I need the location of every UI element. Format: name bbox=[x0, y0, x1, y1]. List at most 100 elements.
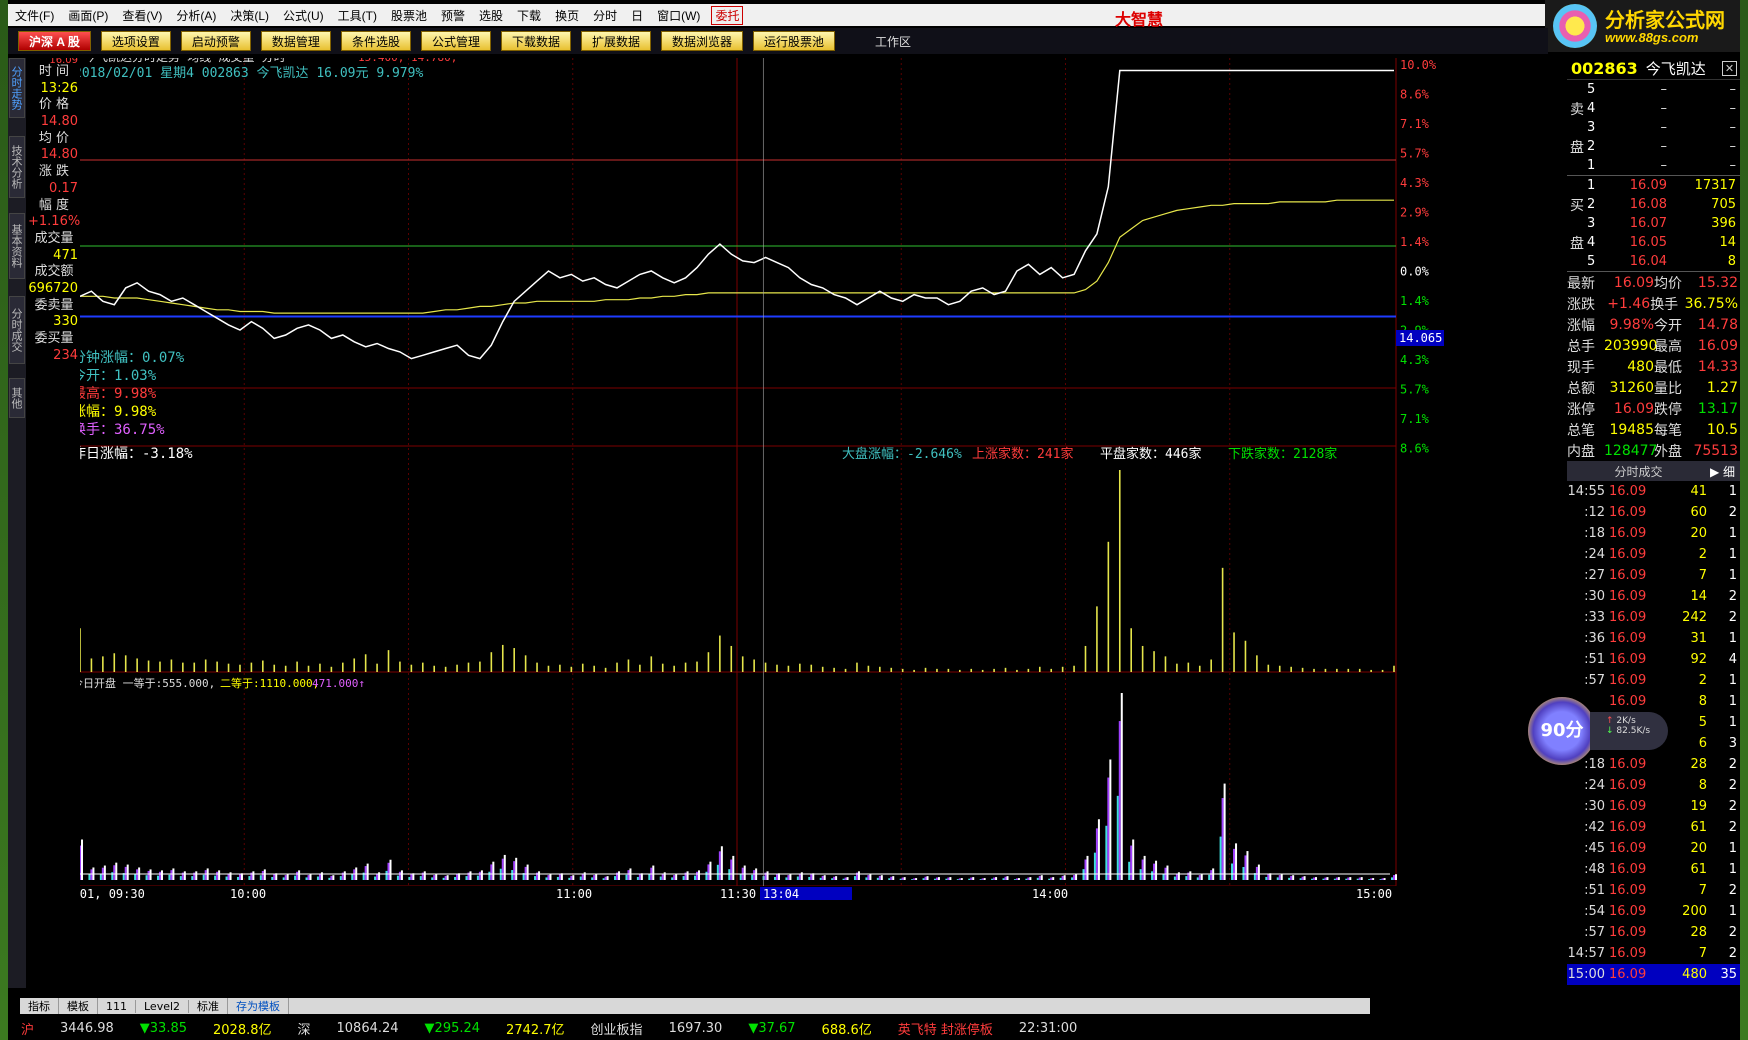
network-speed: ↑ 2K/s ↓ 82.5K/s bbox=[1590, 712, 1668, 750]
trade-row[interactable]: 15:00 16.09 480 35 bbox=[1567, 964, 1740, 985]
lower-bar-b bbox=[673, 875, 676, 880]
volume-bar bbox=[856, 662, 858, 672]
buy-level-row[interactable]: 5 16.04 8 bbox=[1567, 252, 1740, 271]
menu-item-11[interactable]: 换页 bbox=[548, 7, 586, 24]
left-tab-3[interactable]: 分时成交 bbox=[9, 296, 25, 364]
bottom-tab-3[interactable]: Level2 bbox=[136, 999, 190, 1013]
trade-row[interactable]: :33 16.09 242 2 bbox=[1567, 607, 1740, 628]
upload-arrow-icon: ↑ bbox=[1606, 716, 1614, 726]
left-tab-4[interactable]: 其他 bbox=[9, 378, 25, 418]
toolbar-button-7[interactable]: 数据浏览器 bbox=[661, 31, 744, 51]
stat-value: 9.98% bbox=[114, 386, 157, 402]
toolbar-button-0[interactable]: 选项设置 bbox=[100, 31, 171, 51]
trade-row[interactable]: :57 16.09 2 1 bbox=[1567, 670, 1740, 691]
trade-row[interactable]: :57 16.09 28 2 bbox=[1567, 922, 1740, 943]
menu-item-4[interactable]: 决策(L) bbox=[223, 7, 276, 24]
volume-bar bbox=[444, 666, 447, 672]
trade-row[interactable]: :18 16.09 28 2 bbox=[1567, 754, 1740, 775]
lower-bar-b bbox=[878, 875, 881, 880]
left-tab-0[interactable]: 分时走势 bbox=[9, 58, 25, 118]
trade-row[interactable]: 14:55 16.09 41 1 bbox=[1567, 481, 1740, 502]
left-tab-1[interactable]: 技术分析 bbox=[9, 136, 25, 198]
trade-row[interactable]: :48 16.09 61 1 bbox=[1567, 859, 1740, 880]
menu-item-9[interactable]: 选股 bbox=[472, 7, 510, 24]
volume-bar bbox=[136, 658, 138, 672]
close-icon[interactable]: ✕ bbox=[1722, 61, 1737, 76]
toolbar-button-2[interactable]: 数据管理 bbox=[260, 31, 331, 51]
lower-bar-a bbox=[534, 876, 537, 880]
toolbar-button-4[interactable]: 公式管理 bbox=[420, 31, 491, 51]
lower-bar-c bbox=[149, 869, 152, 880]
sell-level-row[interactable]: 卖 4 – – bbox=[1567, 99, 1740, 118]
bottom-tab-0[interactable]: 指标 bbox=[20, 998, 59, 1014]
left-tab-2[interactable]: 基本资料 bbox=[9, 213, 25, 279]
toolbar-button-3[interactable]: 条件选股 bbox=[340, 31, 411, 51]
buy-level-row[interactable]: 1 16.09 17317 bbox=[1567, 176, 1740, 195]
trade-row[interactable]: :24 16.09 8 2 bbox=[1567, 775, 1740, 796]
trade-row[interactable]: :45 16.09 20 1 bbox=[1567, 838, 1740, 859]
lower-bar-b bbox=[524, 866, 527, 880]
market-selector[interactable]: 沪深 A 股 bbox=[18, 31, 91, 51]
trade-row[interactable]: 14:57 16.09 7 2 bbox=[1567, 943, 1740, 964]
buy-level-row[interactable]: 3 16.07 396 bbox=[1567, 214, 1740, 233]
stat-value: 203990 bbox=[1604, 337, 1658, 354]
buy-level-row[interactable]: 盘 4 16.05 14 bbox=[1567, 233, 1740, 252]
bottom-tab-4[interactable]: 标准 bbox=[189, 998, 229, 1014]
lower-bar-a bbox=[236, 876, 239, 880]
trade-row[interactable]: :18 16.09 20 1 bbox=[1567, 523, 1740, 544]
menu-item-3[interactable]: 分析(A) bbox=[169, 7, 223, 24]
trade-row[interactable]: :30 16.09 19 2 bbox=[1567, 796, 1740, 817]
toolbar-button-6[interactable]: 扩展数据 bbox=[580, 31, 651, 51]
weituo-button[interactable]: 委托 bbox=[711, 5, 744, 25]
trade-row[interactable]: :24 16.09 2 1 bbox=[1567, 544, 1740, 565]
trade-volume: 2 bbox=[1698, 673, 1707, 688]
trade-row[interactable]: :42 16.09 61 2 bbox=[1567, 817, 1740, 838]
volume-bar bbox=[193, 662, 196, 672]
menu-item-2[interactable]: 查看(V) bbox=[115, 7, 169, 24]
stat-label: 内盘 bbox=[1567, 443, 1595, 460]
sell-level-row[interactable]: 5 – – bbox=[1567, 80, 1740, 99]
trade-row[interactable]: :51 16.09 92 4 bbox=[1567, 649, 1740, 670]
toolbar-button-8[interactable]: 运行股票池 bbox=[753, 31, 836, 51]
bottom-tab-5[interactable]: 存为模板 bbox=[228, 998, 290, 1014]
trade-row[interactable]: :30 16.09 14 2 bbox=[1567, 586, 1740, 607]
trade-row[interactable]: :51 16.09 7 2 bbox=[1567, 880, 1740, 901]
toolbar-button-5[interactable]: 下载数据 bbox=[500, 31, 571, 51]
trade-row[interactable]: :12 16.09 60 2 bbox=[1567, 502, 1740, 523]
buy-level-row[interactable]: 买 2 16.08 705 bbox=[1567, 195, 1740, 214]
menu-item-12[interactable]: 分时 bbox=[586, 7, 624, 24]
status-item-9: 1697.30 bbox=[668, 1020, 723, 1036]
menu-item-0[interactable]: 文件(F) bbox=[8, 7, 61, 24]
lower-bar-a bbox=[1151, 871, 1154, 880]
lower-bar-c bbox=[400, 870, 403, 880]
level-number: 4 bbox=[1587, 235, 1596, 250]
menu-item-14[interactable]: 窗口(W) bbox=[650, 7, 707, 24]
stat-value-2: 75513 bbox=[1693, 442, 1738, 459]
bottom-tab-2[interactable]: 111 bbox=[98, 999, 136, 1013]
menu-item-7[interactable]: 股票池 bbox=[384, 7, 434, 24]
menu-item-10[interactable]: 下载 bbox=[510, 7, 548, 24]
trade-price: 16.09 bbox=[1609, 610, 1647, 625]
menu-item-6[interactable]: 工具(T) bbox=[331, 7, 384, 24]
trade-row[interactable]: :27 16.09 7 1 bbox=[1567, 565, 1740, 586]
workarea-menu[interactable]: 工作区 bbox=[875, 33, 911, 50]
trade-row[interactable]: 16.09 8 1 bbox=[1567, 691, 1740, 712]
menu-item-5[interactable]: 公式(U) bbox=[276, 7, 331, 24]
score-badge[interactable]: 90分 bbox=[1528, 697, 1596, 765]
trade-row[interactable]: :54 16.09 200 1 bbox=[1567, 901, 1740, 922]
sell-level-row[interactable]: 3 – – bbox=[1567, 118, 1740, 137]
menu-item-13[interactable]: 日 bbox=[624, 7, 650, 24]
toolbar-button-1[interactable]: 启动预警 bbox=[180, 31, 251, 51]
menu-item-1[interactable]: 画面(P) bbox=[61, 7, 115, 24]
volume-bar bbox=[216, 661, 218, 672]
bottom-tab-1[interactable]: 模板 bbox=[59, 998, 98, 1014]
pct-tick-label: 7.1% bbox=[1400, 412, 1430, 426]
volume-bar bbox=[833, 667, 835, 672]
intraday-chart[interactable]: 10.0%8.6%7.1%5.7%4.3%2.9%1.4%0.0%1.4%2.9… bbox=[80, 58, 1512, 988]
volume-bar bbox=[330, 666, 333, 672]
trades-detail-tab[interactable]: ▶ 细 bbox=[1710, 463, 1740, 480]
sell-level-row[interactable]: 1 – – bbox=[1567, 156, 1740, 175]
menu-item-8[interactable]: 预警 bbox=[434, 7, 472, 24]
trade-row[interactable]: :36 16.09 31 1 bbox=[1567, 628, 1740, 649]
sell-level-row[interactable]: 盘 2 – – bbox=[1567, 137, 1740, 156]
